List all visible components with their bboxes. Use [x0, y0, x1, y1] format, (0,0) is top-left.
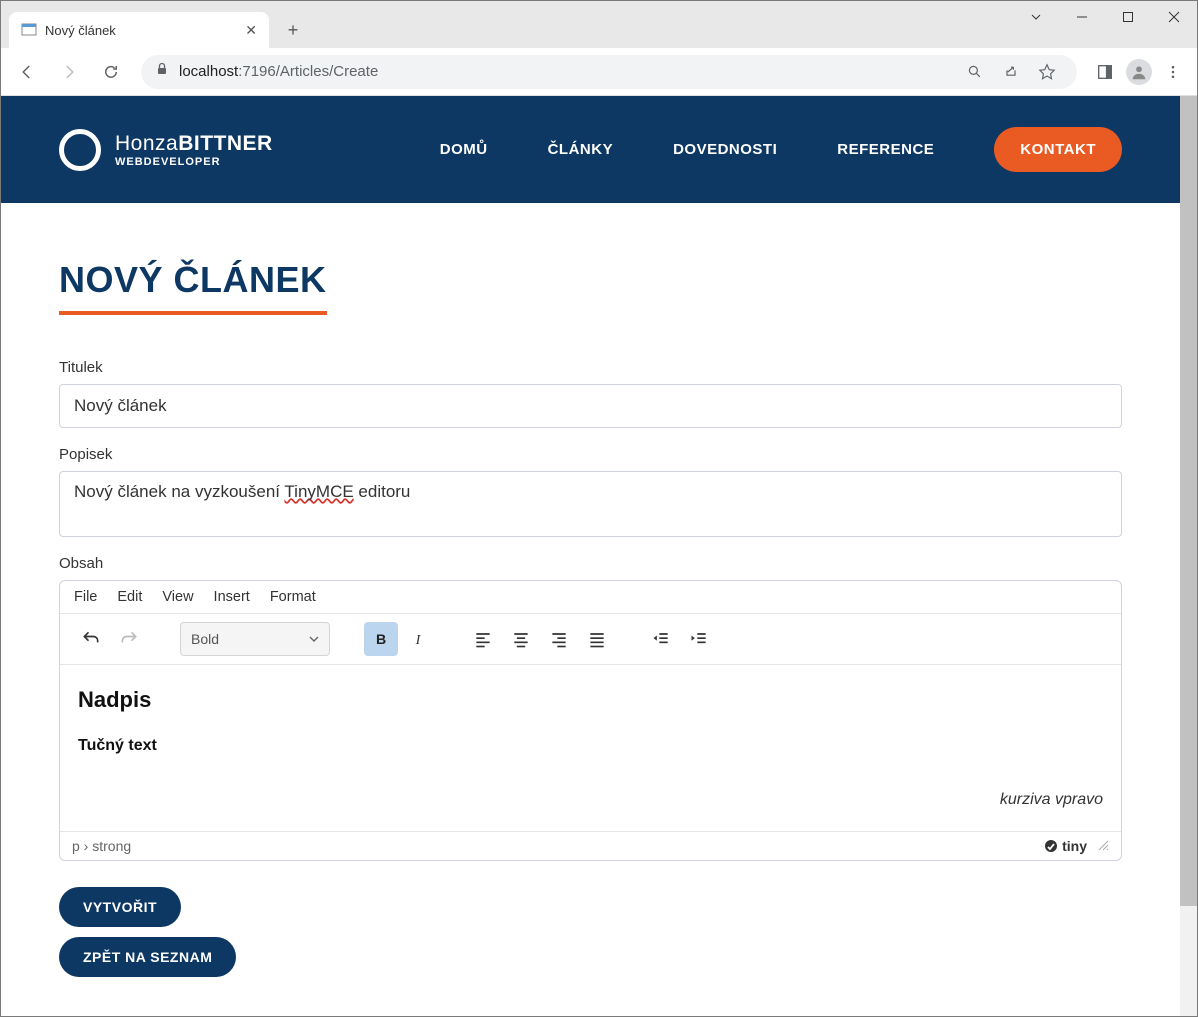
- menu-format[interactable]: Format: [270, 589, 316, 605]
- svg-text:B: B: [376, 632, 386, 648]
- page-favicon: [21, 22, 37, 38]
- menu-button[interactable]: [1157, 56, 1189, 88]
- page-title: NOVÝ ČLÁNEK: [59, 259, 327, 315]
- lock-icon: [155, 62, 169, 81]
- reload-button[interactable]: [93, 54, 129, 90]
- browser-window: Nový článek ✕ + localhost:7196/Articles/…: [0, 0, 1198, 1017]
- nav-articles[interactable]: ČLÁNKY: [548, 141, 614, 158]
- nav-home[interactable]: DOMŮ: [440, 141, 488, 158]
- menu-edit[interactable]: Edit: [117, 589, 142, 605]
- editor-path[interactable]: p › strong: [72, 838, 131, 854]
- title-input[interactable]: [59, 384, 1122, 428]
- nav-skills[interactable]: DOVEDNOSTI: [673, 141, 777, 158]
- editor-statusbar: p › strong tiny: [60, 831, 1121, 860]
- new-tab-button[interactable]: +: [279, 16, 307, 44]
- bookmark-icon[interactable]: [1031, 56, 1063, 88]
- subtitle-label: Popisek: [59, 446, 1122, 463]
- window-dropdown-button[interactable]: [1013, 1, 1059, 33]
- window-controls: [1013, 1, 1197, 37]
- chevron-down-icon: [309, 631, 319, 647]
- subtitle-textarea[interactable]: Nový článek na vyzkoušení TinyMCE editor…: [59, 471, 1122, 537]
- menu-view[interactable]: View: [162, 589, 193, 605]
- title-label: Titulek: [59, 359, 1122, 376]
- profile-button[interactable]: [1123, 56, 1155, 88]
- editor-menubar: File Edit View Insert Format: [60, 581, 1121, 614]
- address-bar[interactable]: localhost:7196/Articles/Create: [141, 55, 1077, 89]
- editor-content[interactable]: Nadpis Tučný text kurziva vpravo: [60, 665, 1121, 831]
- forward-button[interactable]: [51, 54, 87, 90]
- format-select[interactable]: Bold: [180, 622, 330, 656]
- nav-contact-button[interactable]: KONTAKT: [994, 127, 1122, 172]
- title-bar: Nový článek ✕ +: [1, 1, 1197, 48]
- svg-text:I: I: [415, 632, 422, 648]
- align-right-button[interactable]: [542, 622, 576, 656]
- align-center-button[interactable]: [504, 622, 538, 656]
- menu-file[interactable]: File: [74, 589, 97, 605]
- content-heading: Nadpis: [78, 687, 1103, 713]
- outdent-button[interactable]: [644, 622, 678, 656]
- nav-references[interactable]: REFERENCE: [837, 141, 934, 158]
- resize-handle-icon[interactable]: [1097, 838, 1109, 854]
- logo[interactable]: HonzaBITTNER WEBDEVELOPER: [59, 129, 273, 171]
- tab-close-icon[interactable]: ✕: [245, 22, 257, 39]
- editor-toolbar: Bold B I: [60, 614, 1121, 665]
- menu-insert[interactable]: Insert: [214, 589, 250, 605]
- window-close-button[interactable]: [1151, 1, 1197, 33]
- zoom-icon[interactable]: [959, 56, 991, 88]
- main-nav: DOMŮ ČLÁNKY DOVEDNOSTI REFERENCE KONTAKT: [440, 127, 1122, 172]
- align-left-button[interactable]: [466, 622, 500, 656]
- url-text: localhost:7196/Articles/Create: [179, 63, 378, 80]
- content-bold-text: Tučný text: [78, 737, 1103, 755]
- browser-tab[interactable]: Nový článek ✕: [9, 12, 269, 48]
- indent-button[interactable]: [682, 622, 716, 656]
- side-panel-icon[interactable]: [1089, 56, 1121, 88]
- logo-icon: [59, 129, 101, 171]
- tiny-logo[interactable]: tiny: [1044, 838, 1087, 854]
- scrollbar-thumb[interactable]: [1180, 96, 1197, 906]
- content-label: Obsah: [59, 555, 1122, 572]
- back-to-list-button[interactable]: ZPĚT NA SEZNAM: [59, 937, 236, 977]
- vertical-scrollbar[interactable]: [1180, 96, 1197, 1016]
- logo-title: HonzaBITTNER: [115, 132, 273, 156]
- align-justify-button[interactable]: [580, 622, 614, 656]
- redo-button[interactable]: [112, 622, 146, 656]
- back-button[interactable]: [9, 54, 45, 90]
- content-italic-right: kurziva vpravo: [78, 791, 1103, 809]
- tab-title: Nový článek: [45, 23, 237, 38]
- italic-button[interactable]: I: [402, 622, 436, 656]
- share-icon[interactable]: [995, 56, 1027, 88]
- editor: File Edit View Insert Format Bold: [59, 580, 1122, 861]
- logo-subtitle: WEBDEVELOPER: [115, 156, 273, 168]
- url-bar: localhost:7196/Articles/Create: [1, 48, 1197, 96]
- page-viewport: HonzaBITTNER WEBDEVELOPER DOMŮ ČLÁNKY DO…: [1, 96, 1180, 1016]
- undo-button[interactable]: [74, 622, 108, 656]
- create-button[interactable]: VYTVOŘIT: [59, 887, 181, 927]
- window-minimize-button[interactable]: [1059, 1, 1105, 33]
- site-header: HonzaBITTNER WEBDEVELOPER DOMŮ ČLÁNKY DO…: [1, 96, 1180, 203]
- bold-button[interactable]: B: [364, 622, 398, 656]
- window-maximize-button[interactable]: [1105, 1, 1151, 33]
